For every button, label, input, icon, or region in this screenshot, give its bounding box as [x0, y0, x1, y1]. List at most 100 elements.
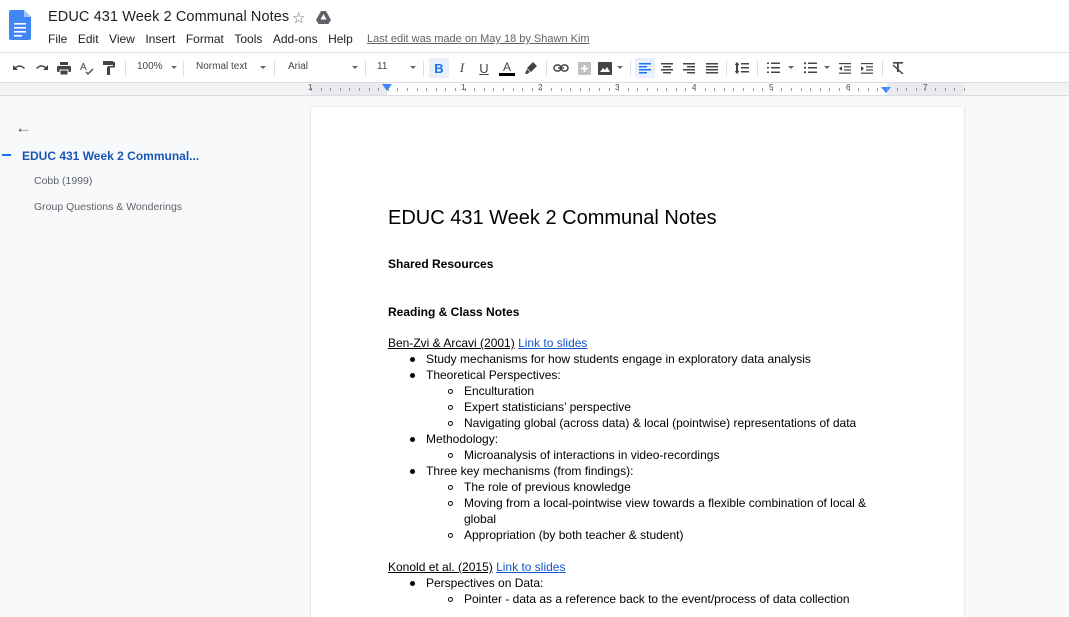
ruler-tick: [896, 88, 898, 91]
ruler-tick: [378, 88, 380, 91]
move-to-drive-icon[interactable]: [316, 11, 331, 24]
underline-icon[interactable]: U: [476, 59, 492, 77]
slides-link[interactable]: Link to slides: [496, 560, 565, 574]
back-arrow-icon[interactable]: ←: [15, 118, 32, 138]
svg-text:A: A: [80, 62, 87, 73]
list-item: Methodology:: [426, 432, 499, 446]
ruler-tick: [368, 88, 370, 91]
zoom-select[interactable]: 100%: [137, 61, 163, 72]
italic-icon[interactable]: I: [454, 59, 470, 77]
document-title[interactable]: EDUC 431 Week 2 Communal Notes: [48, 9, 289, 25]
document-heading: EDUC 431 Week 2 Communal Notes: [388, 207, 717, 229]
style-caret-icon[interactable]: [260, 66, 266, 69]
ruler-tick: [349, 88, 351, 91]
size-caret-icon[interactable]: [410, 66, 416, 69]
ruler-tick: [935, 88, 936, 91]
ruler-tick: [522, 88, 524, 91]
font-size-select[interactable]: 11: [377, 61, 387, 72]
star-icon[interactable]: ☆: [292, 9, 305, 27]
hollow-bullet-icon: [448, 501, 453, 506]
paint-format-icon[interactable]: [101, 59, 117, 77]
zoom-caret-icon[interactable]: [171, 66, 177, 69]
bullet-icon: [410, 373, 415, 378]
style-select[interactable]: Normal text: [196, 61, 247, 72]
ruler-tick: [541, 88, 543, 91]
bullet-icon: [410, 581, 415, 586]
bulleted-list-icon[interactable]: [802, 59, 818, 77]
ruler-tick: [627, 88, 629, 91]
undo-icon[interactable]: [11, 59, 27, 77]
ruler-tick: [589, 88, 591, 91]
ruler-tick: [666, 88, 668, 91]
bulleted-list-caret-icon[interactable]: [824, 66, 830, 69]
document-outline: ← EDUC 431 Week 2 Communal... Cobb (1999…: [0, 96, 300, 609]
highlight-icon[interactable]: [523, 59, 539, 77]
ruler-tick: [445, 88, 447, 91]
ruler-tick: [733, 88, 735, 91]
ruler-tick: [877, 88, 879, 91]
menu-edit[interactable]: Edit: [78, 32, 99, 46]
list-item: Moving from a local-pointwise view towar…: [464, 496, 867, 510]
increase-indent-icon[interactable]: [859, 59, 875, 77]
justify-icon[interactable]: [704, 59, 720, 77]
outline-item-cobb[interactable]: Cobb (1999): [34, 175, 92, 187]
ruler-tick: [560, 88, 562, 91]
ruler-tick: [618, 88, 620, 91]
ruler-tick: [656, 88, 658, 91]
link-icon[interactable]: [552, 59, 570, 77]
image-icon[interactable]: [597, 59, 613, 77]
bullet-icon: [410, 437, 415, 442]
numbered-list-caret-icon[interactable]: [788, 66, 794, 69]
decrease-indent-icon[interactable]: [837, 59, 853, 77]
menu-tools[interactable]: Tools: [234, 32, 262, 46]
right-indent-marker[interactable]: [881, 87, 891, 93]
list-item: Pointer - data as a reference back to th…: [464, 592, 850, 606]
align-left-icon[interactable]: [635, 58, 655, 78]
menu-format[interactable]: Format: [186, 32, 224, 46]
list-item: Enculturation: [464, 384, 535, 398]
print-icon[interactable]: [56, 59, 72, 77]
font-select[interactable]: Arial: [288, 61, 308, 72]
outline-active-marker: [2, 154, 11, 156]
ruler-tick: [723, 88, 725, 91]
ruler-tick: [781, 88, 783, 91]
line-spacing-icon[interactable]: [733, 59, 751, 77]
ruler-tick: [483, 88, 485, 91]
ruler-tick: [359, 88, 360, 91]
slides-link[interactable]: Link to slides: [518, 336, 587, 350]
spellcheck-icon[interactable]: A: [79, 59, 95, 77]
menu-help[interactable]: Help: [328, 32, 353, 46]
ruler-tick: [800, 88, 802, 91]
document-page[interactable]: EDUC 431 Week 2 Communal Notes Shared Re…: [311, 107, 964, 617]
heading-reading-notes: Reading & Class Notes: [388, 305, 520, 319]
last-edit-link[interactable]: Last edit was made on May 18 by Shawn Ki…: [367, 33, 590, 45]
image-caret-icon[interactable]: [617, 66, 623, 69]
comment-icon[interactable]: [576, 59, 592, 77]
font-caret-icon[interactable]: [352, 66, 358, 69]
ruler-tick: [637, 88, 639, 91]
text-color-icon[interactable]: A: [498, 59, 516, 77]
align-right-icon[interactable]: [681, 59, 697, 77]
menu-file[interactable]: File: [48, 32, 67, 46]
hollow-bullet-icon: [448, 405, 453, 410]
bold-icon[interactable]: B: [429, 58, 449, 78]
ruler-tick: [551, 88, 552, 91]
menu-insert[interactable]: Insert: [145, 32, 175, 46]
ruler-tick: [407, 88, 408, 91]
ruler-tick: [810, 88, 812, 91]
menu-view[interactable]: View: [109, 32, 135, 46]
docs-logo-icon[interactable]: [9, 10, 31, 40]
menu-addons[interactable]: Add-ons: [273, 32, 318, 46]
outline-item-title[interactable]: EDUC 431 Week 2 Communal...: [22, 149, 199, 163]
outline-item-group-questions[interactable]: Group Questions & Wonderings: [34, 201, 182, 213]
ruler-tick: [455, 88, 456, 91]
citation-text: Ben-Zvi & Arcavi (2001): [388, 336, 515, 350]
ruler-tick: [963, 88, 965, 91]
clear-formatting-icon[interactable]: [890, 59, 906, 77]
redo-icon[interactable]: [34, 59, 50, 77]
ruler-tick: [685, 88, 687, 91]
align-center-icon[interactable]: [659, 59, 675, 77]
ruler[interactable]: 1 1 2 3 4 5 6 7: [308, 83, 965, 95]
numbered-list-icon[interactable]: [765, 59, 781, 77]
hollow-bullet-icon: [448, 533, 453, 538]
